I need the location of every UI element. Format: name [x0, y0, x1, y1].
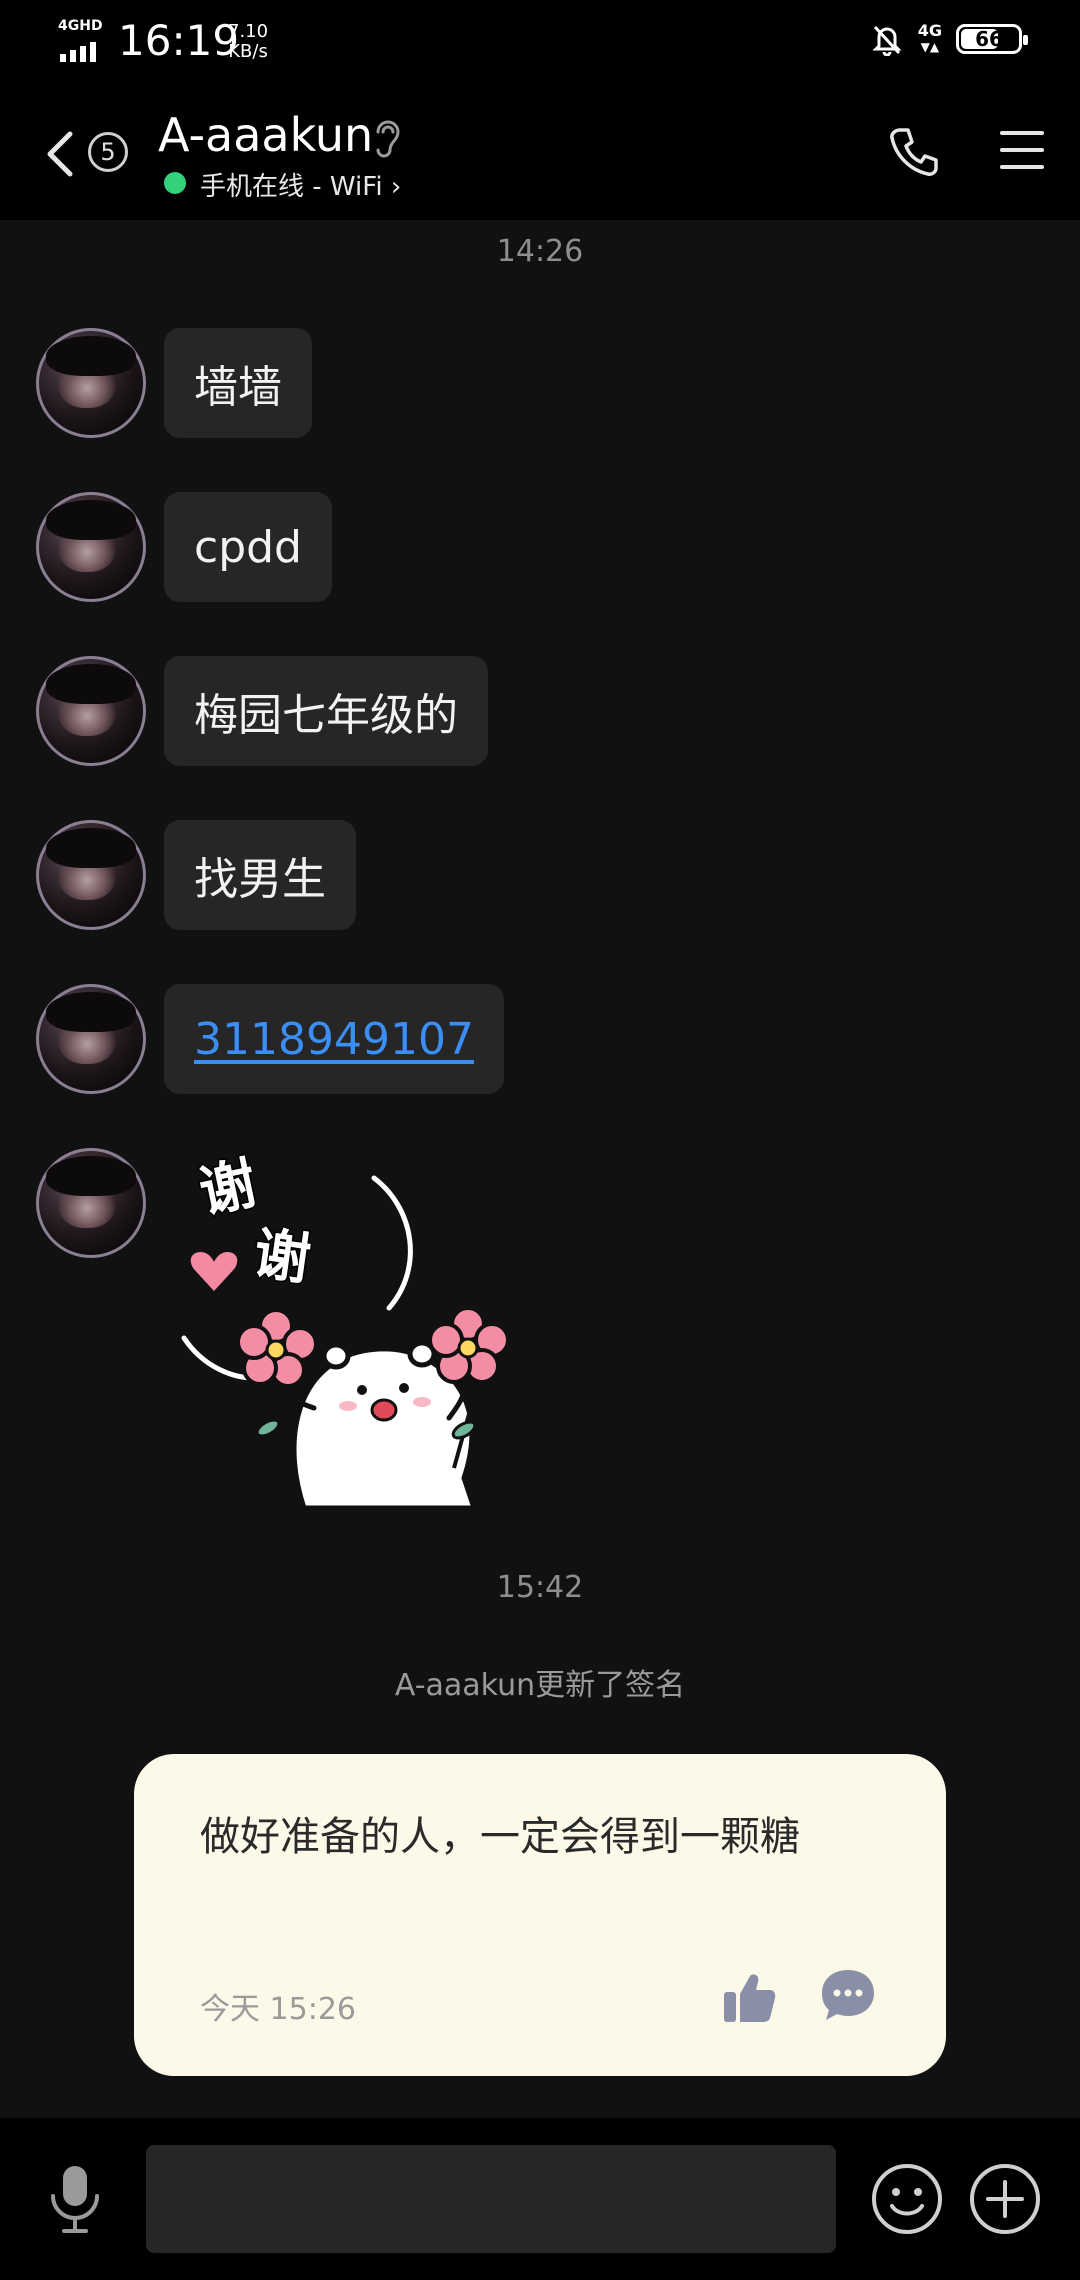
comment-icon[interactable]	[820, 1966, 876, 2022]
network-type-label: 4GHD	[58, 18, 103, 34]
chat-header: 5 A-aaakun 手机在线 - WiFi ›	[0, 88, 1080, 220]
status-icons: 4G ▼▲ 66	[870, 22, 1028, 56]
mic-icon[interactable]	[44, 2162, 106, 2236]
network-speed-value: 7.10	[228, 21, 269, 42]
signal-indicator: 4GHD	[58, 18, 106, 66]
data-arrows-icon: ▼▲	[920, 40, 940, 54]
sticker-message[interactable]: 谢 谢	[164, 1148, 524, 1511]
message-row: 谢 谢	[36, 1148, 524, 1511]
timestamp: 15:42	[496, 1570, 584, 1605]
online-status-text: 手机在线 - WiFi	[200, 172, 383, 202]
thank-you-bear-sticker: 谢 谢	[181, 1150, 510, 1511]
thumbs-up-icon[interactable]	[722, 1970, 776, 2024]
message-input[interactable]	[146, 2145, 836, 2253]
signature-update-notice: A-aaakun更新了签名	[394, 1668, 686, 1703]
avatar[interactable]	[36, 656, 146, 766]
qq-number-link[interactable]: 3118949107	[194, 1014, 474, 1065]
network-speed-unit: KB/s	[228, 41, 268, 62]
message-row: 找男生	[36, 820, 356, 930]
message-bubble[interactable]: 找男生	[164, 820, 356, 930]
message-bubble[interactable]: 梅园七年级的	[164, 656, 488, 766]
emoji-icon[interactable]	[870, 2162, 944, 2236]
message-bubble[interactable]: cpdd	[164, 492, 332, 602]
avatar[interactable]	[36, 492, 146, 602]
status-bar: 4GHD 16:19 7.10 KB/s 4G ▼▲ 66	[0, 0, 1080, 88]
online-indicator	[164, 172, 186, 194]
network-4g-label: 4G	[917, 21, 942, 40]
plus-icon[interactable]	[968, 2162, 1042, 2236]
ear-icon[interactable]	[370, 116, 404, 160]
phone-icon[interactable]	[886, 124, 942, 180]
chevron-right-icon: ›	[390, 172, 402, 202]
network-speed: 7.10 KB/s	[228, 22, 268, 62]
message-bubble[interactable]: 墙墙	[164, 328, 312, 438]
input-bar	[0, 2118, 1080, 2280]
battery-icon: 66	[956, 24, 1028, 54]
signature-text: 做好准备的人，一定会得到一颗糖	[200, 1814, 800, 1860]
message-row: 梅园七年级的	[36, 656, 488, 766]
contact-name[interactable]: A-aaakun	[158, 108, 373, 162]
avatar[interactable]	[36, 984, 146, 1094]
signature-date: 今天 15:26	[200, 1992, 356, 2027]
back-icon[interactable]	[40, 126, 80, 182]
avatar[interactable]	[36, 328, 146, 438]
online-status[interactable]: 手机在线 - WiFi ›	[200, 166, 401, 203]
chat-area[interactable]: 14:26 墙墙 cpdd 梅园七年级的 找男生 3118949107 谢 谢	[0, 220, 1080, 2118]
network-4g: 4G ▼▲	[918, 23, 942, 55]
message-row: 墙墙	[36, 328, 312, 438]
avatar[interactable]	[36, 1148, 146, 1258]
battery-level: 66	[975, 27, 1003, 51]
heart-icon	[186, 1248, 242, 1297]
avatar[interactable]	[36, 820, 146, 930]
signature-card[interactable]: 做好准备的人，一定会得到一颗糖 今天 15:26	[134, 1754, 946, 2076]
sticker-text-2: 谢	[250, 1221, 315, 1293]
timestamp: 14:26	[496, 234, 584, 269]
menu-icon[interactable]	[998, 128, 1046, 172]
clock: 16:19	[118, 16, 240, 65]
message-row: cpdd	[36, 492, 332, 602]
signal-bars-icon	[60, 40, 96, 62]
mute-bell-icon	[872, 25, 902, 56]
sticker-text-1: 谢	[194, 1151, 262, 1226]
unread-count-badge[interactable]: 5	[88, 132, 128, 172]
message-row: 3118949107	[36, 984, 504, 1094]
message-bubble[interactable]: 3118949107	[164, 984, 504, 1094]
